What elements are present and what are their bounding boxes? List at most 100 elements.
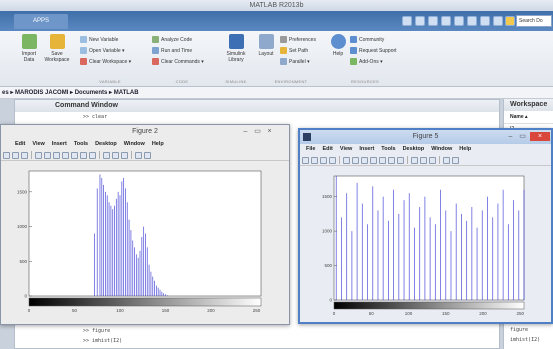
pan-icon[interactable] (62, 151, 69, 159)
legend-icon[interactable] (121, 151, 128, 159)
open-icon[interactable] (3, 151, 10, 159)
save-icon[interactable] (12, 151, 19, 159)
zoom-in-icon[interactable] (352, 156, 359, 164)
history-item[interactable]: figure (510, 327, 528, 333)
menu-window[interactable]: Window (124, 139, 145, 150)
show-tools-icon[interactable] (144, 151, 151, 159)
x-tick-label: 200 (479, 311, 487, 316)
new-figure-icon[interactable] (302, 156, 309, 164)
colorbar-icon[interactable] (420, 156, 427, 164)
command-line: >> figure (83, 328, 111, 334)
pointer-icon[interactable] (343, 156, 350, 164)
save-icon[interactable] (320, 156, 327, 164)
save-workspace-icon (49, 34, 65, 49)
menu-tools[interactable]: Tools (74, 139, 88, 150)
preferences-icon (280, 36, 287, 43)
copy-icon[interactable] (428, 16, 438, 26)
menu-view[interactable]: View (32, 139, 44, 150)
link-icon[interactable] (411, 156, 418, 164)
paste-icon[interactable] (441, 16, 451, 26)
open-variable-button[interactable]: Open Variable ▾ (80, 47, 125, 54)
clear-commands-button[interactable]: Clear Commands ▾ (152, 58, 204, 65)
close-icon[interactable]: × (265, 127, 274, 136)
link-icon[interactable] (103, 151, 110, 159)
help-circle-icon (330, 34, 346, 49)
menu-file[interactable]: File (306, 144, 315, 155)
x-tick-label: 50 (369, 311, 375, 316)
print-icon[interactable] (329, 156, 336, 164)
maximize-icon[interactable]: ▭ (253, 127, 262, 136)
workspace-name-header[interactable]: Name ▴ (504, 111, 553, 124)
set-path-button[interactable]: Set Path (280, 47, 308, 54)
y-tick-label: 1000 (322, 229, 333, 234)
switch-windows-icon[interactable] (480, 16, 490, 26)
minimize-icon[interactable]: – (506, 132, 515, 141)
undo-icon[interactable] (454, 16, 464, 26)
history-item[interactable]: imhist(I2) (510, 337, 540, 343)
analyze-code-button[interactable]: Analyze Code (152, 36, 192, 43)
colorbar-icon[interactable] (112, 151, 119, 159)
menu-insert[interactable]: Insert (52, 139, 67, 150)
redo-icon[interactable] (467, 16, 477, 26)
pan-icon[interactable] (370, 156, 377, 164)
community-button[interactable]: Community (350, 36, 384, 43)
figure-5-window[interactable]: Figure 5 – ▭ × File Edit View Insert Too… (298, 128, 553, 324)
tab-apps[interactable]: APPS (14, 14, 68, 29)
workspace-title: Workspace (504, 99, 553, 111)
current-folder-path[interactable]: es ▸ MARODIS JACOMI ▸ Documents ▸ MATLAB (0, 87, 553, 99)
close-icon[interactable]: × (530, 132, 550, 141)
menu-edit[interactable]: Edit (15, 139, 25, 150)
rotate-icon[interactable] (71, 151, 78, 159)
menu-view[interactable]: View (340, 144, 352, 155)
legend-icon[interactable] (429, 156, 436, 164)
save-icon[interactable] (402, 16, 412, 26)
menu-desktop[interactable]: Desktop (403, 144, 425, 155)
show-tools-icon[interactable] (452, 156, 459, 164)
open-variable-icon (80, 47, 87, 54)
addons-icon (350, 58, 357, 65)
layout-icon (258, 34, 274, 49)
brush-icon[interactable] (397, 156, 404, 164)
notification-icon[interactable] (505, 16, 515, 26)
figure-2-window[interactable]: Figure 2 – ▭ × Edit View Insert Tools De… (0, 124, 290, 325)
simulink-library-button[interactable]: Simulink Library (224, 34, 248, 63)
y-tick-label: 0 (24, 294, 27, 299)
pointer-icon[interactable] (35, 151, 42, 159)
open-icon[interactable] (311, 156, 318, 164)
menu-desktop[interactable]: Desktop (95, 139, 117, 150)
clear-workspace-button[interactable]: Clear Workspace ▾ (80, 58, 131, 65)
preferences-button[interactable]: Preferences (280, 36, 316, 43)
minimize-icon[interactable]: – (241, 127, 250, 136)
print-icon[interactable] (21, 151, 28, 159)
maximize-icon[interactable]: ▭ (518, 132, 527, 141)
menu-insert[interactable]: Insert (359, 144, 374, 155)
cut-icon[interactable] (415, 16, 425, 26)
hide-tools-icon[interactable] (443, 156, 450, 164)
layout-button[interactable]: Layout (256, 34, 276, 57)
brush-icon[interactable] (89, 151, 96, 159)
zoom-out-icon[interactable] (361, 156, 368, 164)
help-button[interactable]: Help (330, 34, 346, 57)
zoom-in-icon[interactable] (44, 151, 51, 159)
x-tick-label: 150 (162, 308, 170, 313)
run-and-time-button[interactable]: Run and Time (152, 47, 192, 54)
menu-tools[interactable]: Tools (381, 144, 395, 155)
menu-edit[interactable]: Edit (322, 144, 332, 155)
search-documentation-input[interactable]: Search Do (516, 15, 552, 27)
addons-button[interactable]: Add-Ons ▾ (350, 58, 383, 65)
save-workspace-button[interactable]: Save Workspace (44, 34, 70, 63)
figure-2-menubar: Edit View Insert Tools Desktop Window He… (1, 139, 289, 150)
menu-window[interactable]: Window (431, 144, 452, 155)
import-data-button[interactable]: Import Data (18, 34, 40, 63)
zoom-out-icon[interactable] (53, 151, 60, 159)
data-cursor-icon[interactable] (388, 156, 395, 164)
menu-help[interactable]: Help (459, 144, 471, 155)
new-variable-button[interactable]: New Variable (80, 36, 118, 43)
menu-help[interactable]: Help (152, 139, 164, 150)
rotate-icon[interactable] (379, 156, 386, 164)
help-icon[interactable] (493, 16, 503, 26)
request-support-button[interactable]: Request Support (350, 47, 397, 54)
parallel-button[interactable]: Parallel ▾ (280, 58, 310, 65)
hide-tools-icon[interactable] (135, 151, 142, 159)
data-cursor-icon[interactable] (80, 151, 87, 159)
